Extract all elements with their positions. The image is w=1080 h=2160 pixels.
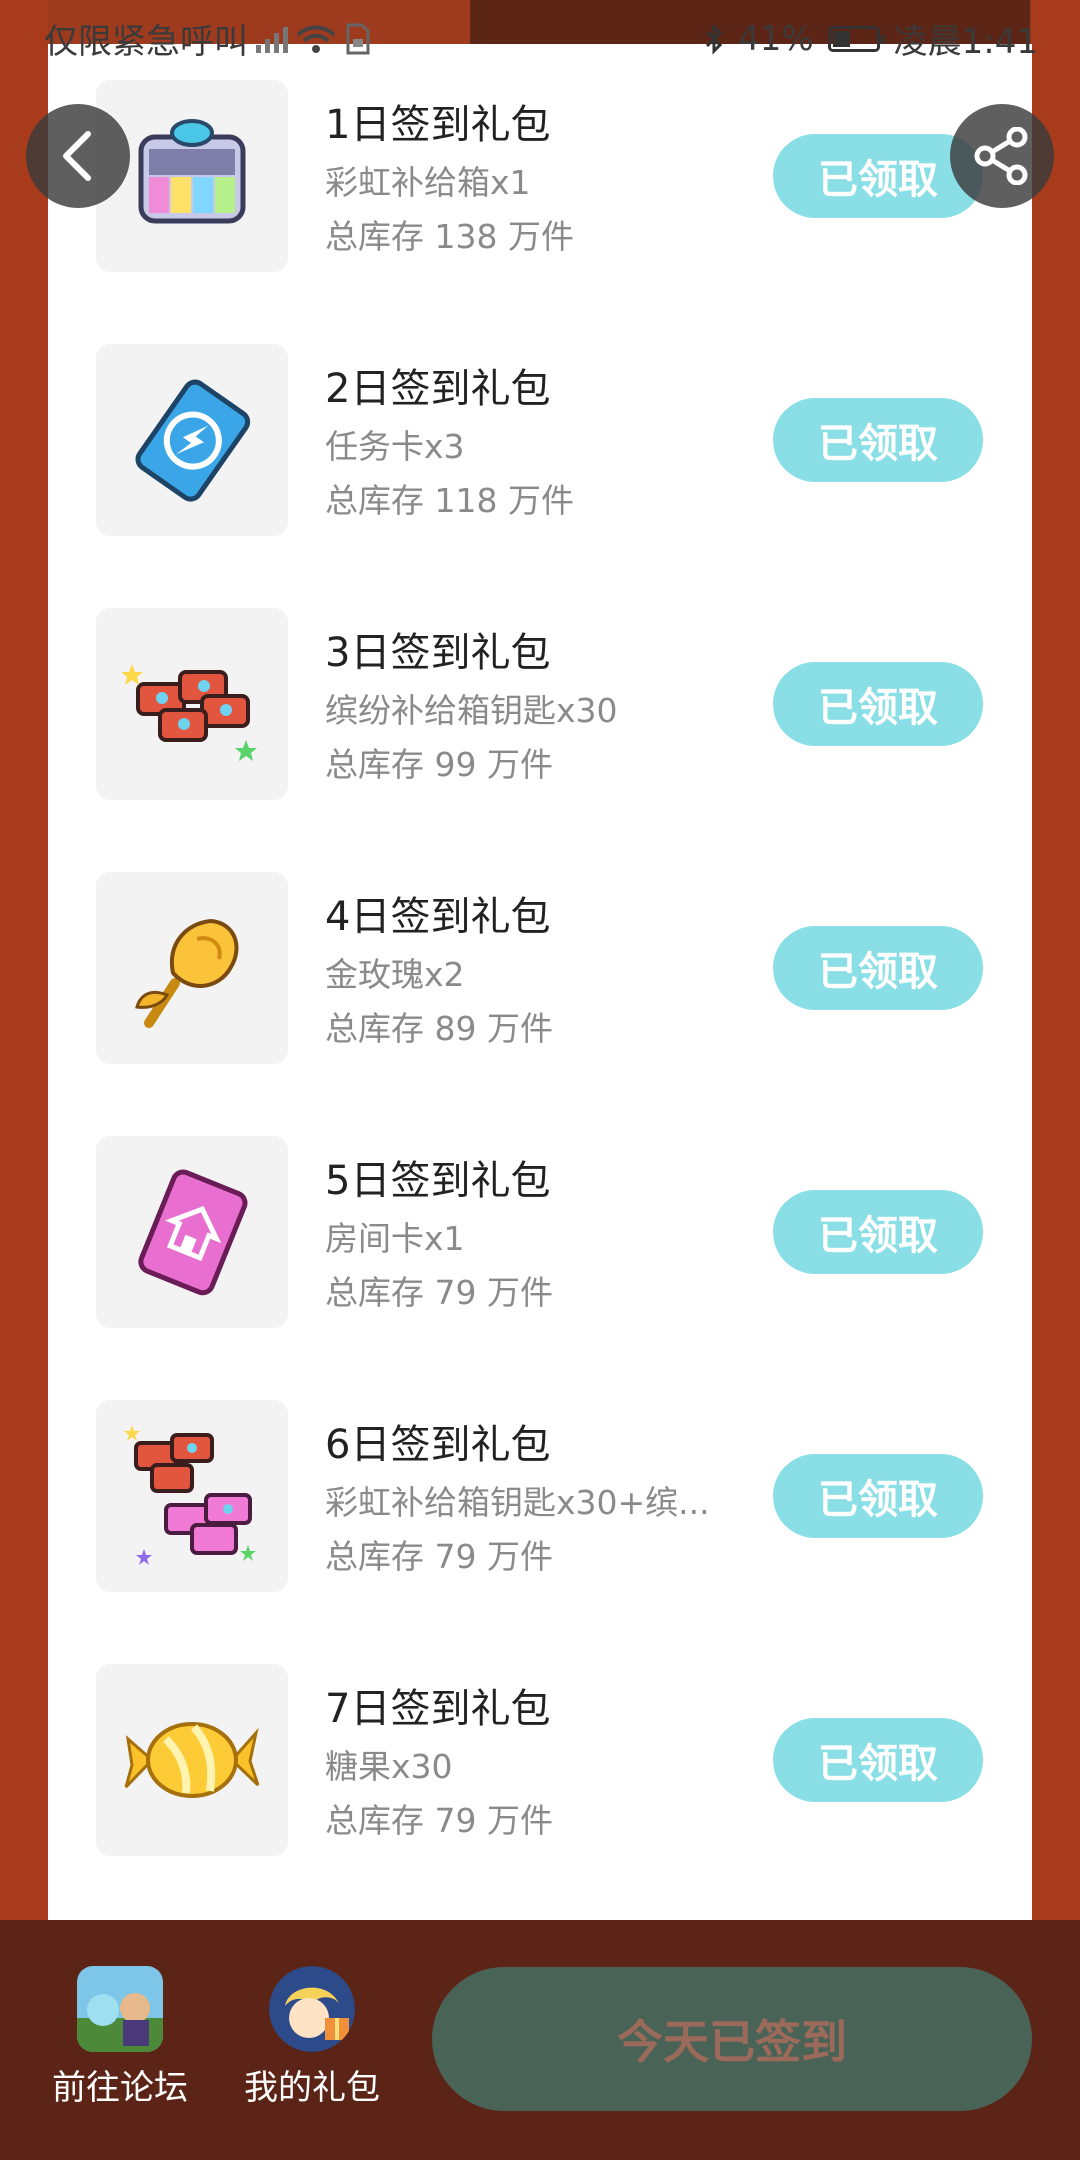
gift-description: 房间卡x1 xyxy=(325,1219,465,1258)
key-bundle-icon xyxy=(96,1400,288,1592)
back-button[interactable] xyxy=(26,104,130,208)
my-gifts-label: 我的礼包 xyxy=(244,2068,380,2108)
gift-title: 1日签到礼包 xyxy=(325,102,551,148)
gift-title: 4日签到礼包 xyxy=(325,894,551,940)
gift-title: 2日签到礼包 xyxy=(325,366,551,412)
room-card-icon xyxy=(96,1136,288,1328)
claimed-button[interactable]: 已领取 xyxy=(773,662,983,746)
gift-item-day4: 4日签到礼包 金玫瑰x2 总库存 89 万件 已领取 xyxy=(48,872,1032,1064)
claimed-button[interactable]: 已领取 xyxy=(773,1454,983,1538)
battery-percent: 41% xyxy=(738,18,814,59)
wifi-icon xyxy=(296,25,336,53)
forum-label: 前往论坛 xyxy=(52,2068,188,2108)
gift-description: 任务卡x3 xyxy=(325,427,465,466)
battery-icon xyxy=(827,25,885,52)
sim-card-icon xyxy=(346,23,370,54)
claimed-button[interactable]: 已领取 xyxy=(773,1190,983,1274)
gift-item-day2: 2日签到礼包 任务卡x3 总库存 118 万件 已领取 xyxy=(48,344,1032,536)
gift-item-day6: 6日签到礼包 彩虹补给箱钥匙x30+缤... 总库存 79 万件 已领取 xyxy=(48,1400,1032,1592)
my-gifts-icon xyxy=(269,1966,355,2052)
gift-stock: 总库存 89 万件 xyxy=(325,1009,553,1048)
gift-item-day5: 5日签到礼包 房间卡x1 总库存 79 万件 已领取 xyxy=(48,1136,1032,1328)
gift-title: 3日签到礼包 xyxy=(325,630,551,676)
gift-stock: 总库存 99 万件 xyxy=(325,745,553,784)
carrier-text: 仅限紧急呼叫 xyxy=(44,22,248,62)
frame-left xyxy=(0,0,48,1920)
claimed-button[interactable]: 已领取 xyxy=(773,1718,983,1802)
candy-icon xyxy=(96,1664,288,1856)
gift-stock: 总库存 118 万件 xyxy=(325,481,574,520)
claimed-button[interactable]: 已领取 xyxy=(773,926,983,1010)
gold-rose-icon xyxy=(96,872,288,1064)
chevron-left-icon xyxy=(63,131,91,181)
gift-description: 彩虹补给箱钥匙x30+缤... xyxy=(325,1483,710,1522)
gift-title: 6日签到礼包 xyxy=(325,1422,551,1468)
gift-stock: 总库存 79 万件 xyxy=(325,1273,553,1312)
claimed-button[interactable]: 已领取 xyxy=(773,398,983,482)
checkin-button[interactable]: 今天已签到 xyxy=(432,1967,1032,2111)
gift-stock: 总库存 79 万件 xyxy=(325,1801,553,1840)
task-card-icon xyxy=(96,344,288,536)
gift-title: 5日签到礼包 xyxy=(325,1158,551,1204)
gift-description: 糖果x30 xyxy=(325,1747,453,1786)
share-icon xyxy=(974,127,1028,185)
status-bar: 仅限紧急呼叫 41% 凌晨1:41 xyxy=(0,0,1080,72)
gift-description: 金玫瑰x2 xyxy=(325,955,465,994)
gift-title: 7日签到礼包 xyxy=(325,1686,551,1732)
gift-item-day1: 1日签到礼包 彩虹补给箱x1 总库存 138 万件 已领取 xyxy=(48,80,1032,272)
share-button[interactable] xyxy=(950,104,1054,208)
clock: 凌晨1:41 xyxy=(893,22,1038,62)
gift-description: 彩虹补给箱x1 xyxy=(325,163,531,202)
gift-stock: 总库存 79 万件 xyxy=(325,1537,553,1576)
signal-icon xyxy=(256,25,288,53)
gift-stock: 总库存 138 万件 xyxy=(325,217,574,256)
forum-icon xyxy=(77,1966,163,2052)
frame-right xyxy=(1032,0,1080,1920)
my-gifts-link[interactable]: 我的礼包 xyxy=(227,1966,397,2109)
keys-icon xyxy=(96,608,288,800)
gift-panel: 1日签到礼包 彩虹补给箱x1 总库存 138 万件 已领取 2日签到礼包 任务卡… xyxy=(48,44,1032,1920)
gift-description: 缤纷补给箱钥匙x30 xyxy=(325,691,618,730)
bluetooth-icon xyxy=(706,22,723,55)
gift-item-day7: 7日签到礼包 糖果x30 总库存 79 万件 已领取 xyxy=(48,1664,1032,1856)
forum-link[interactable]: 前往论坛 xyxy=(35,1966,205,2109)
gift-item-day3: 3日签到礼包 缤纷补给箱钥匙x30 总库存 99 万件 已领取 xyxy=(48,608,1032,800)
bottom-bar: 前往论坛 我的礼包 今天已签到 xyxy=(0,1920,1080,2160)
